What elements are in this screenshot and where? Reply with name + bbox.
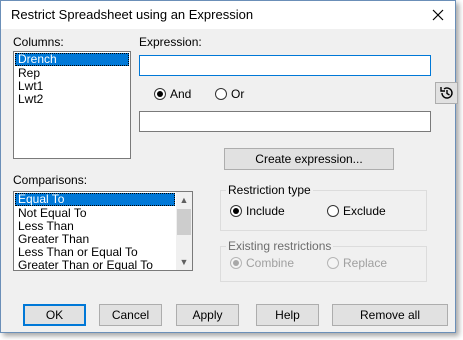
- title-bar: Restrict Spreadsheet using an Expression: [1, 1, 455, 29]
- comparisons-listbox[interactable]: Equal To Not Equal To Less Than Greater …: [13, 191, 193, 271]
- column-item-lwt2[interactable]: Lwt2: [15, 93, 129, 106]
- columns-label: Columns:: [13, 35, 64, 49]
- columns-listbox[interactable]: Drench Rep Lwt1 Lwt2: [13, 51, 131, 159]
- column-item-drench[interactable]: Drench: [15, 53, 129, 66]
- help-button[interactable]: Help: [256, 304, 319, 326]
- expression-label: Expression:: [139, 35, 202, 49]
- or-radio[interactable]: Or: [215, 87, 244, 101]
- scroll-up-icon[interactable]: ▲: [176, 192, 192, 208]
- close-icon[interactable]: [427, 4, 449, 26]
- and-radio[interactable]: And: [154, 87, 191, 101]
- include-radio[interactable]: Include: [230, 204, 285, 218]
- history-button[interactable]: [435, 82, 458, 104]
- ok-button[interactable]: OK: [23, 304, 86, 326]
- expression-secondary-input[interactable]: [139, 111, 431, 132]
- combine-radio-label: Combine: [246, 256, 295, 270]
- remove-all-button[interactable]: Remove all: [332, 304, 448, 326]
- expression-input[interactable]: [139, 55, 431, 76]
- replace-radio-label: Replace: [343, 256, 388, 270]
- comparisons-scrollbar[interactable]: ▲ ▼: [176, 192, 192, 270]
- comparison-item[interactable]: Greater Than or Equal To: [15, 259, 175, 271]
- comparison-item[interactable]: Equal To: [15, 193, 175, 206]
- or-radio-button[interactable]: [215, 88, 227, 100]
- cancel-button[interactable]: Cancel: [99, 304, 162, 326]
- restriction-type-label: Restriction type: [226, 183, 313, 197]
- and-radio-label: And: [170, 87, 192, 101]
- scrollbar-thumb[interactable]: [177, 209, 191, 235]
- and-radio-button[interactable]: [154, 88, 166, 100]
- include-radio-label: Include: [246, 204, 285, 218]
- comparisons-label: Comparisons:: [13, 173, 88, 187]
- replace-radio[interactable]: Replace: [327, 256, 387, 270]
- or-radio-label: Or: [231, 87, 245, 101]
- exclude-radio-button[interactable]: [327, 205, 339, 217]
- history-icon: [439, 87, 453, 99]
- dialog-window: Restrict Spreadsheet using an Expression…: [0, 0, 458, 333]
- existing-restrictions-label: Existing restrictions: [226, 239, 334, 253]
- create-expression-button[interactable]: Create expression...: [224, 148, 394, 170]
- combine-radio[interactable]: Combine: [230, 256, 294, 270]
- combine-radio-button[interactable]: [230, 257, 242, 269]
- window-title: Restrict Spreadsheet using an Expression: [11, 7, 254, 22]
- apply-button[interactable]: Apply: [176, 304, 239, 326]
- scroll-down-icon[interactable]: ▼: [176, 254, 192, 270]
- include-radio-button[interactable]: [230, 205, 242, 217]
- replace-radio-button[interactable]: [327, 257, 339, 269]
- exclude-radio-label: Exclude: [343, 204, 386, 218]
- exclude-radio[interactable]: Exclude: [327, 204, 386, 218]
